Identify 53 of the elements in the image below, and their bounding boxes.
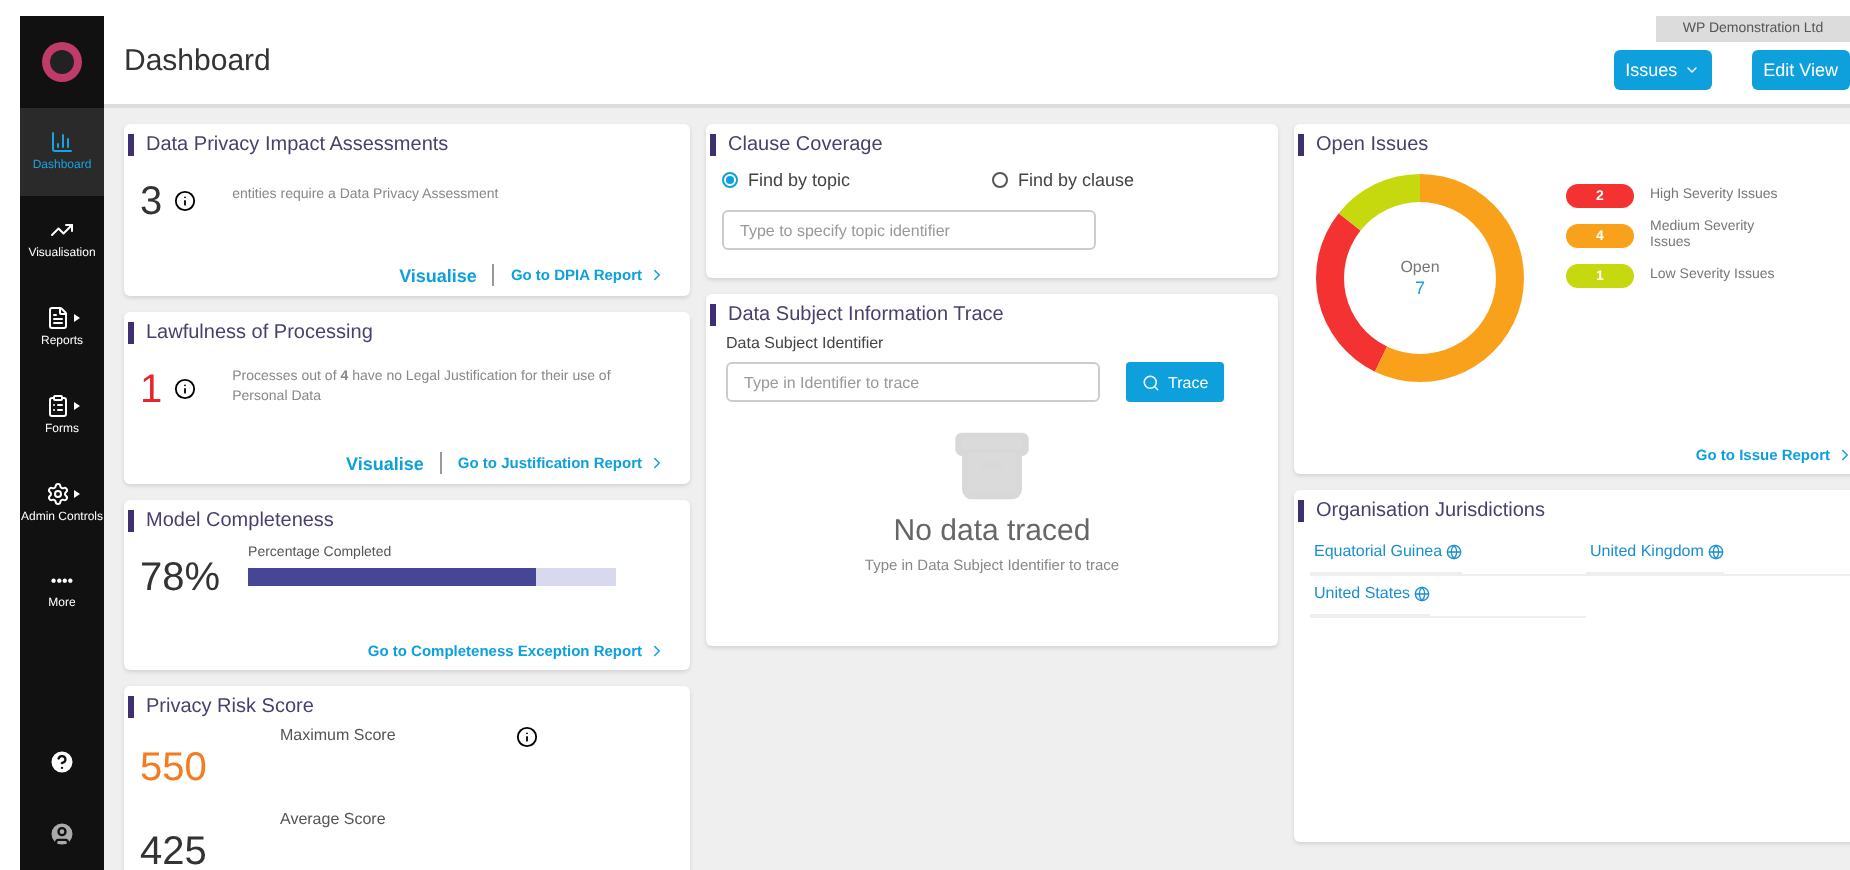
card-title: Model Completeness bbox=[128, 510, 674, 532]
chart-icon bbox=[50, 130, 74, 155]
radio-option[interactable]: Find by topic bbox=[722, 170, 992, 190]
help-icon[interactable] bbox=[48, 748, 76, 776]
info-icon[interactable] bbox=[515, 726, 538, 748]
search-icon bbox=[1142, 373, 1160, 391]
identifier-input[interactable]: Type in Identifier to trace bbox=[726, 362, 1100, 402]
visualise-link[interactable]: Visualise bbox=[346, 453, 424, 473]
card-title: Clause Coverage bbox=[710, 134, 1262, 156]
card-title: Privacy Risk Score bbox=[128, 696, 674, 718]
center-label: Open bbox=[1400, 258, 1440, 278]
empty-title: No data traced bbox=[893, 514, 1091, 548]
header-button[interactable]: Edit View bbox=[1751, 49, 1850, 89]
header-button[interactable]: Issues bbox=[1613, 49, 1712, 89]
info-icon[interactable] bbox=[174, 190, 197, 212]
percentage: 78% bbox=[140, 556, 221, 600]
score-value: 550 bbox=[140, 746, 209, 790]
chevron-icon bbox=[648, 642, 666, 660]
info-icon[interactable] bbox=[174, 378, 197, 400]
visualise-link[interactable]: Visualise bbox=[399, 265, 477, 285]
globe-icon bbox=[1446, 543, 1463, 559]
jurisdiction-link[interactable]: United States bbox=[1310, 576, 1431, 616]
card-title: Organisation Jurisdictions bbox=[1298, 500, 1850, 522]
chevron-icon bbox=[1836, 446, 1850, 464]
caret-icon bbox=[73, 314, 79, 323]
globe-icon bbox=[1414, 585, 1431, 601]
caret-icon bbox=[73, 490, 79, 499]
card-title: Data Subject Information Trace bbox=[710, 304, 1262, 326]
user-icon[interactable] bbox=[48, 820, 76, 848]
clipboard-icon bbox=[45, 394, 69, 419]
radio-option[interactable]: Find by clause bbox=[992, 170, 1262, 190]
jurisdiction-link[interactable]: Equatorial Guinea bbox=[1310, 534, 1463, 574]
center-value: 7 bbox=[1414, 278, 1425, 298]
score-label: Maximum Score bbox=[280, 726, 396, 746]
card-title: Data Privacy Impact Assessments bbox=[128, 134, 674, 156]
trace-button[interactable]: Trace bbox=[1126, 362, 1225, 402]
card-title: Lawfulness of Processing bbox=[128, 322, 674, 344]
topic-input[interactable]: Type to specify topic identifier bbox=[722, 210, 1096, 250]
chevron-icon bbox=[648, 454, 666, 472]
logo-icon bbox=[40, 40, 84, 84]
gear-icon bbox=[45, 482, 69, 507]
jurisdiction-link[interactable]: United Kingdom bbox=[1586, 534, 1724, 574]
score-label: Average Score bbox=[280, 810, 386, 830]
card-title: Open Issues bbox=[1298, 134, 1850, 156]
field-label: Data Subject Identifier bbox=[726, 334, 886, 354]
count: 3 bbox=[140, 180, 163, 224]
globe-icon bbox=[1707, 543, 1724, 559]
document-icon bbox=[45, 306, 69, 331]
score-value: 425 bbox=[140, 830, 209, 870]
caret-icon bbox=[73, 402, 79, 411]
chevron-icon bbox=[648, 266, 666, 284]
page-title: Dashboard bbox=[124, 43, 271, 77]
count: 1 bbox=[140, 368, 163, 412]
